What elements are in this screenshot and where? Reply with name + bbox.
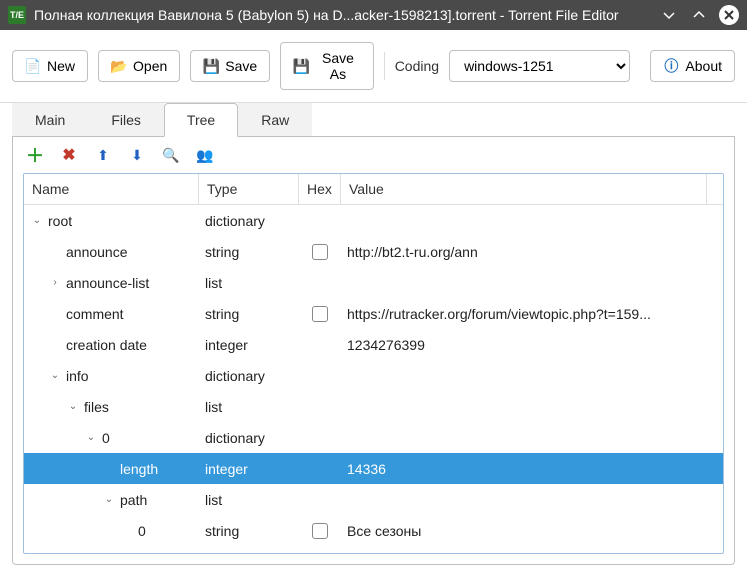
open-label: Open xyxy=(133,58,167,74)
tree-row[interactable]: creation date integer 1234276399 xyxy=(24,329,723,360)
save-label: Save xyxy=(225,58,257,74)
hex-checkbox[interactable] xyxy=(312,306,328,322)
titlebar: T/E Полная коллекция Вавилона 5 (Babylon… xyxy=(0,0,747,30)
tab-files[interactable]: Files xyxy=(88,103,164,136)
maximize-icon[interactable] xyxy=(689,5,709,25)
chevron-down-icon[interactable]: ⌄ xyxy=(30,215,44,226)
node-type: dictionary xyxy=(199,368,299,384)
saveas-button[interactable]: 💾 Save As xyxy=(280,42,374,90)
window-title: Полная коллекция Вавилона 5 (Babylon 5) … xyxy=(34,7,659,23)
node-name: announce-list xyxy=(66,275,149,291)
node-value: 1234276399 xyxy=(341,337,723,353)
tree-row[interactable]: ⌄ files list xyxy=(24,391,723,422)
chevron-down-icon[interactable]: ⌄ xyxy=(66,401,80,412)
about-label: About xyxy=(685,58,722,74)
node-name: info xyxy=(66,368,89,384)
grid-body: ⌄ root dictionary announce string http://bt2.… xyxy=(24,205,723,553)
tree-grid: Name Type Hex Value ⌄ root dictionary annou… xyxy=(23,173,724,554)
delete-icon[interactable]: ✖ xyxy=(61,147,77,163)
tree-row[interactable]: announce string http://bt2.t-ru.org/ann xyxy=(24,236,723,267)
node-type: integer xyxy=(199,461,299,477)
node-type: string xyxy=(199,306,299,322)
node-name: length xyxy=(120,461,158,477)
about-button[interactable]: ⓘ About xyxy=(650,50,735,82)
save-as-icon: 💾 xyxy=(293,58,309,74)
close-icon[interactable] xyxy=(719,5,739,25)
main-toolbar: 📄 New 📂 Open 💾 Save 💾 Save As Coding win… xyxy=(0,30,747,103)
node-name: files xyxy=(84,399,109,415)
add-icon[interactable]: ＋ xyxy=(27,147,43,163)
header-name[interactable]: Name xyxy=(24,174,199,204)
separator xyxy=(384,52,385,80)
chevron-right-icon[interactable]: › xyxy=(48,277,62,288)
open-button[interactable]: 📂 Open xyxy=(98,50,180,82)
node-name: 0 xyxy=(138,523,146,539)
node-type: list xyxy=(199,492,299,508)
node-name: announce xyxy=(66,244,128,260)
node-name: root xyxy=(48,213,72,229)
node-type: dictionary xyxy=(199,213,299,229)
node-name: 0 xyxy=(102,430,110,446)
node-type: string xyxy=(199,244,299,260)
chevron-down-icon[interactable]: ⌄ xyxy=(102,494,116,505)
folder-open-icon: 📂 xyxy=(111,58,127,74)
node-value: http://bt2.t-ru.org/ann xyxy=(341,244,723,260)
tree-row[interactable]: comment string https://rutracker.org/forum… xyxy=(24,298,723,329)
chevron-down-icon[interactable]: ⌄ xyxy=(84,432,98,443)
move-up-icon[interactable]: ⬆ xyxy=(95,147,111,163)
save-button[interactable]: 💾 Save xyxy=(190,50,270,82)
node-value: Все сезоны xyxy=(341,523,723,539)
scrollbar[interactable] xyxy=(707,174,723,204)
tab-tree[interactable]: Tree xyxy=(164,103,238,137)
tree-row[interactable]: › announce-list list xyxy=(24,267,723,298)
node-type: integer xyxy=(199,337,299,353)
tree-row[interactable]: ⌄ info dictionary xyxy=(24,360,723,391)
app-icon: T/E xyxy=(8,6,26,24)
coding-select[interactable]: windows-1251 xyxy=(449,50,630,82)
tab-main[interactable]: Main xyxy=(12,103,88,136)
new-button[interactable]: 📄 New xyxy=(12,50,88,82)
node-value: 14336 xyxy=(341,461,723,477)
node-name: creation date xyxy=(66,337,147,353)
hex-checkbox[interactable] xyxy=(312,244,328,260)
minimize-icon[interactable] xyxy=(659,5,679,25)
replace-icon[interactable]: 👥 xyxy=(197,147,213,163)
new-label: New xyxy=(47,58,75,74)
node-name: comment xyxy=(66,306,124,322)
hex-checkbox[interactable] xyxy=(312,523,328,539)
grid-header: Name Type Hex Value xyxy=(24,174,723,205)
info-icon: ⓘ xyxy=(663,58,679,74)
tree-toolbar: ＋ ✖ ⬆ ⬇ 🔍 👥 xyxy=(13,137,734,173)
node-type: list xyxy=(199,399,299,415)
tree-row[interactable]: 0 string Все сезоны xyxy=(24,515,723,546)
header-value[interactable]: Value xyxy=(341,174,707,204)
tree-row[interactable]: ⌄ root dictionary xyxy=(24,205,723,236)
node-value: https://rutracker.org/forum/viewtopic.ph… xyxy=(341,306,723,322)
header-hex[interactable]: Hex xyxy=(299,174,341,204)
saveas-label: Save As xyxy=(315,50,361,82)
node-name: path xyxy=(120,492,147,508)
node-type: list xyxy=(199,275,299,291)
coding-label: Coding xyxy=(395,58,439,74)
tree-row[interactable]: ⌄ path list xyxy=(24,484,723,515)
tree-panel: ＋ ✖ ⬆ ⬇ 🔍 👥 Name Type Hex Value ⌄ root dic… xyxy=(12,137,735,565)
tree-row[interactable]: ⌄ 0 dictionary xyxy=(24,422,723,453)
file-icon: 📄 xyxy=(25,58,41,74)
tab-raw[interactable]: Raw xyxy=(238,103,312,136)
header-type[interactable]: Type xyxy=(199,174,299,204)
tree-row[interactable]: length integer 14336 xyxy=(24,453,723,484)
find-icon[interactable]: 🔍 xyxy=(163,147,179,163)
node-type: string xyxy=(199,523,299,539)
tabs: Main Files Tree Raw xyxy=(12,103,735,137)
node-type: dictionary xyxy=(199,430,299,446)
save-icon: 💾 xyxy=(203,58,219,74)
chevron-down-icon[interactable]: ⌄ xyxy=(48,370,62,381)
move-down-icon[interactable]: ⬇ xyxy=(129,147,145,163)
